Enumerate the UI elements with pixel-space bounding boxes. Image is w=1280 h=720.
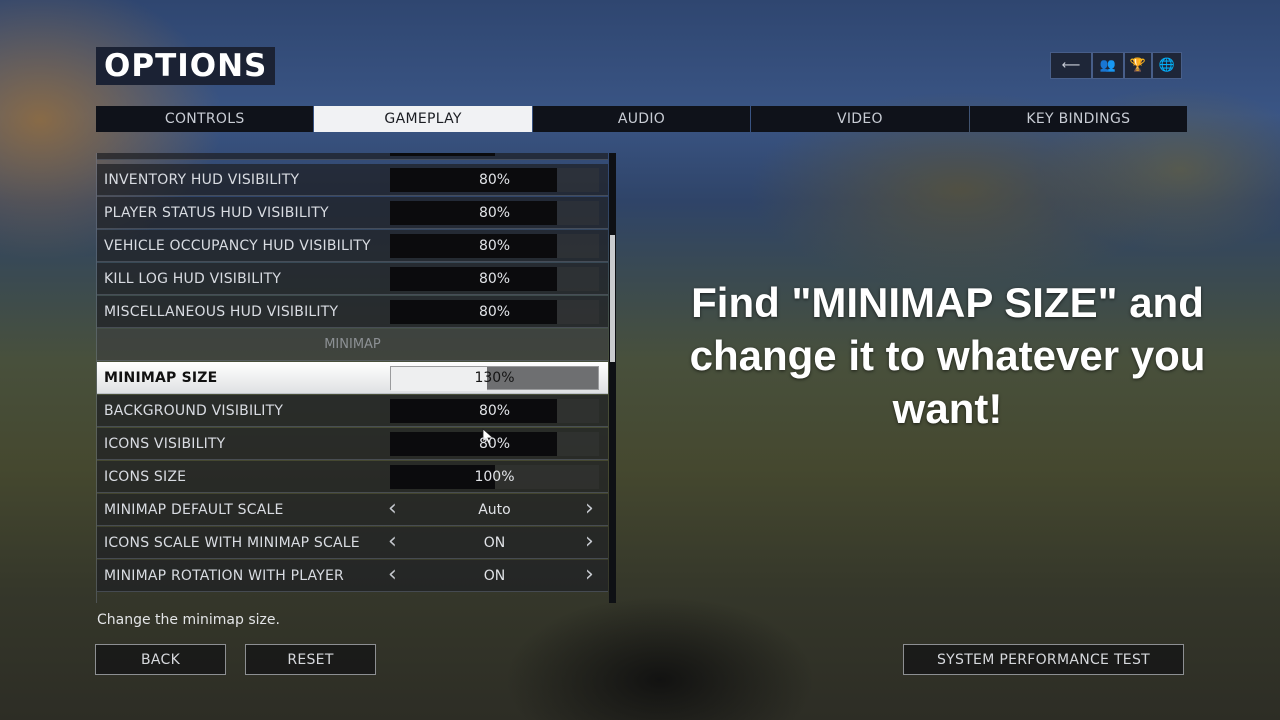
setting-row-icons-scale-with-minimap-scale[interactable]: ICONS SCALE WITH MINIMAP SCALE ‹ › ON [97,527,608,559]
tab-key-bindings[interactable]: KEY BINDINGS [969,106,1188,132]
setting-label: VEHICLE OCCUPANCY HUD VISIBILITY [104,237,371,254]
setting-row-icons-size[interactable]: ICONS SIZE 100% [97,461,608,493]
help-text: Change the minimap size. [97,612,280,628]
section-header-minimap: MINIMAP [97,329,608,361]
tab-audio[interactable]: AUDIO [532,106,751,132]
setting-row-miscellaneous-hud-visibility[interactable]: MISCELLANEOUS HUD VISIBILITY 80% [97,296,608,328]
setting-label: MISCELLANEOUS HUD VISIBILITY [104,303,339,320]
scrollbar-thumb[interactable] [610,235,615,362]
setting-label: MINIMAP DEFAULT SCALE [104,501,284,518]
page-title: OPTIONS [96,47,276,85]
setting-row-player-status-hud-visibility[interactable]: PLAYER STATUS HUD VISIBILITY 80% [97,197,608,229]
setting-label: BACKGROUND VISIBILITY [104,402,284,419]
setting-value: 80% [478,270,511,287]
setting-value: 80% [478,204,511,221]
slider-fill [390,153,495,156]
setting-label: INVENTORY HUD VISIBILITY [104,171,300,188]
setting-value: 80% [478,237,511,254]
globe-icon[interactable]: 🌐 [1153,53,1181,78]
trophy-icon[interactable]: 🏆 [1125,53,1151,78]
setting-value: 130% [474,369,515,386]
setting-label: MINIMAP ROTATION WITH PLAYER [104,567,344,584]
setting-row-minimap-size[interactable]: MINIMAP SIZE 130% [97,362,608,394]
tutorial-caption: Find "MINIMAP SIZE" and change it to wha… [689,279,1206,432]
friends-icon[interactable]: 👥 [1093,53,1123,78]
setting-value: 80% [478,402,511,419]
back-arrow-icon[interactable]: ⟵ [1051,53,1091,78]
reset-button[interactable]: RESET [245,644,376,675]
setting-label: ICONS SIZE [104,468,187,485]
setting-row-minimap-rotation-with-player[interactable]: MINIMAP ROTATION WITH PLAYER ‹ › ON [97,560,608,592]
partial-settings-row[interactable] [97,153,608,160]
setting-row-icons-visibility[interactable]: ICONS VISIBILITY 80% [97,428,608,460]
back-button[interactable]: BACK [95,644,226,675]
system-performance-test-button[interactable]: SYSTEM PERFORMANCE TEST [903,644,1184,675]
setting-label: ICONS VISIBILITY [104,435,226,452]
tab-video[interactable]: VIDEO [751,106,969,132]
setting-value: ON [483,534,506,551]
setting-label: KILL LOG HUD VISIBILITY [104,270,282,287]
tab-controls[interactable]: CONTROLS [96,106,314,132]
setting-value: ON [483,567,506,584]
setting-label: MINIMAP SIZE [104,369,218,386]
setting-value: 100% [474,468,515,485]
setting-value: Auto [478,501,511,518]
options-tabs: CONTROLS GAMEPLAY AUDIO VIDEO KEY BINDIN… [96,106,1188,132]
setting-value: 80% [478,303,511,320]
settings-list: INVENTORY HUD VISIBILITY 80% PLAYER STATUS… [96,153,608,603]
setting-row-kill-log-hud-visibility[interactable]: KILL LOG HUD VISIBILITY 80% [97,263,608,295]
setting-value: 80% [478,435,511,452]
setting-row-vehicle-occupancy-hud-visibility[interactable]: VEHICLE OCCUPANCY HUD VISIBILITY 80% [97,230,608,262]
settings-scrollbar[interactable] [609,153,616,603]
setting-row-background-visibility[interactable]: BACKGROUND VISIBILITY 80% [97,395,608,427]
setting-label: PLAYER STATUS HUD VISIBILITY [104,204,329,221]
top-icon-bar: ⟵ 👥 🏆 🌐 [1050,52,1182,79]
setting-row-inventory-hud-visibility[interactable]: INVENTORY HUD VISIBILITY 80% [97,164,608,196]
setting-value: 80% [478,171,511,188]
setting-label: ICONS SCALE WITH MINIMAP SCALE [104,534,360,551]
tab-gameplay[interactable]: GAMEPLAY [314,106,532,132]
section-header-label: MINIMAP [324,337,381,352]
setting-row-minimap-default-scale[interactable]: MINIMAP DEFAULT SCALE ‹ › Auto [97,494,608,526]
